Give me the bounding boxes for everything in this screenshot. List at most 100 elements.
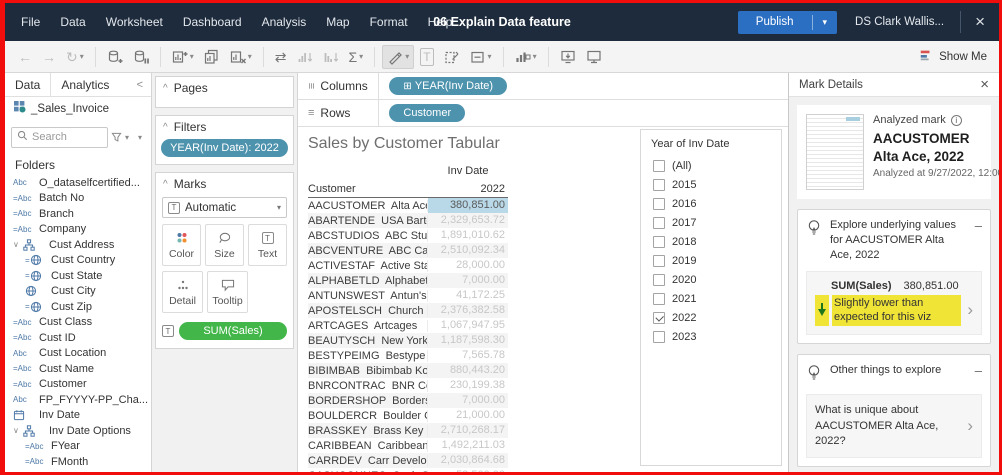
table-row[interactable]: ARTCAGES Artcages1,067,947.95 bbox=[308, 318, 508, 333]
mark-details-close-icon[interactable]: × bbox=[980, 76, 989, 93]
sales-value-cell[interactable]: 7,000.00 bbox=[428, 273, 508, 288]
menu-worksheet[interactable]: Worksheet bbox=[96, 3, 173, 41]
pause-updates-icon[interactable] bbox=[129, 46, 153, 68]
field-cust-address[interactable]: ∨Cust Address bbox=[5, 237, 151, 253]
field-cust-id[interactable]: =AbcCust ID bbox=[5, 330, 151, 346]
detail-button[interactable]: Detail bbox=[162, 271, 203, 313]
filter-option-2021[interactable]: 2021 bbox=[651, 289, 771, 308]
highlight-icon[interactable]: ▾ bbox=[382, 45, 414, 69]
chevron-right-icon[interactable]: › bbox=[961, 416, 973, 436]
totals-icon[interactable]: Σ▾ bbox=[345, 46, 368, 68]
table-row[interactable]: BNRCONTRAC BNR Contr..230,199.38 bbox=[308, 378, 508, 393]
expand-tree-icon[interactable]: ∨ bbox=[13, 426, 23, 435]
chevron-right-icon[interactable]: › bbox=[961, 300, 973, 320]
year-column-header[interactable]: 2022 bbox=[428, 183, 508, 195]
checkbox[interactable] bbox=[653, 255, 665, 267]
field-cust-location[interactable]: AbcCust Location bbox=[5, 346, 151, 362]
filter-fields-icon[interactable]: ▾ bbox=[111, 132, 132, 143]
field-cust-name[interactable]: =AbcCust Name bbox=[5, 361, 151, 377]
sales-value-cell[interactable]: 380,851.00 bbox=[428, 198, 508, 213]
fields-menu-caret-icon[interactable]: ▾ bbox=[135, 133, 145, 142]
field-cust-city[interactable]: Cust City bbox=[5, 284, 151, 300]
sales-value-cell[interactable]: 1,891,010.62 bbox=[428, 228, 508, 243]
mark-type-dropdown[interactable]: T Automatic ▾ bbox=[162, 197, 287, 218]
filter-option-2018[interactable]: 2018 bbox=[651, 232, 771, 251]
rows-shelf[interactable]: ≡ Rows Customer bbox=[298, 100, 788, 127]
server-user-label[interactable]: DS Clark Wallis... bbox=[855, 16, 944, 28]
table-row[interactable]: ABCVENTURE ABC Capita..2,510,092.34 bbox=[308, 243, 508, 258]
filter-option-2019[interactable]: 2019 bbox=[651, 251, 771, 270]
new-datasource-icon[interactable] bbox=[103, 46, 127, 68]
new-worksheet-icon[interactable]: ▾ bbox=[168, 46, 198, 68]
menu-file[interactable]: File bbox=[11, 3, 50, 41]
table-row[interactable]: ABARTENDE USA Barten..2,329,653.72 bbox=[308, 213, 508, 228]
marks-collapse-icon[interactable]: ^ bbox=[163, 179, 168, 190]
fit-icon[interactable]: ▾ bbox=[466, 46, 496, 68]
sales-value-cell[interactable]: 2,510,092.34 bbox=[428, 243, 508, 258]
table-row[interactable]: AACUSTOMER Alta Ace380,851.00 bbox=[308, 198, 508, 213]
filter-option-2020[interactable]: 2020 bbox=[651, 270, 771, 289]
filter-pill[interactable]: YEAR(Inv Date): 2022 bbox=[161, 139, 288, 157]
tab-analytics[interactable]: Analytics bbox=[51, 73, 119, 96]
field-branch[interactable]: =AbcBranch bbox=[5, 206, 151, 222]
filter-option-2022[interactable]: 2022 bbox=[651, 308, 771, 327]
datasource-item[interactable]: _Sales_Invoice bbox=[5, 97, 151, 121]
color-button[interactable]: Color bbox=[162, 224, 201, 266]
presentation-mode-icon[interactable] bbox=[582, 46, 606, 68]
menu-map[interactable]: Map bbox=[316, 3, 359, 41]
checkbox[interactable] bbox=[653, 331, 665, 343]
table-row[interactable]: CARIBBEAN Caribbean S..1,492,211.03 bbox=[308, 438, 508, 453]
swap-rows-columns-icon[interactable]: ⇄ bbox=[271, 46, 291, 68]
forward-icon[interactable]: → bbox=[38, 46, 60, 68]
table-row[interactable]: ACTIVESTAF Active Staffi..28,000.00 bbox=[308, 258, 508, 273]
menu-data[interactable]: Data bbox=[50, 3, 95, 41]
table-row[interactable]: APOSTELSCH Church of T..2,376,382.58 bbox=[308, 303, 508, 318]
window-close-icon[interactable]: × bbox=[961, 3, 999, 41]
checkbox[interactable] bbox=[653, 160, 665, 172]
collapse-card-icon[interactable]: – bbox=[975, 363, 982, 378]
menu-format[interactable]: Format bbox=[360, 3, 418, 41]
pages-collapse-icon[interactable]: ^ bbox=[163, 83, 168, 94]
sales-value-cell[interactable]: 2,030,864.68 bbox=[428, 453, 508, 468]
expand-tree-icon[interactable]: ∨ bbox=[13, 240, 23, 249]
sales-value-cell[interactable]: 41,172.25 bbox=[428, 288, 508, 303]
show-mark-labels-icon[interactable]: ▾ bbox=[511, 46, 541, 68]
filter-option-2017[interactable]: 2017 bbox=[651, 213, 771, 232]
filters-collapse-icon[interactable]: ^ bbox=[163, 122, 168, 133]
columns-pill[interactable]: ⊞YEAR(Inv Date) bbox=[389, 77, 507, 95]
sales-value-cell[interactable]: 7,000.00 bbox=[428, 393, 508, 408]
table-row[interactable]: BIBIMBAB Bibimbab Kor..880,443.20 bbox=[308, 363, 508, 378]
sales-value-cell[interactable]: 1,492,211.03 bbox=[428, 438, 508, 453]
field-fmonth[interactable]: =AbcFMonth bbox=[5, 454, 151, 470]
sum-sales-insight[interactable]: SUM(Sales) 380,851.00 Slightly lower tha… bbox=[806, 271, 982, 336]
field-company[interactable]: =AbcCompany bbox=[5, 222, 151, 238]
table-row[interactable]: ALPHABETLD Alphabetla..7,000.00 bbox=[308, 273, 508, 288]
sales-value-cell[interactable]: 2,329,653.72 bbox=[428, 213, 508, 228]
pages-shelf[interactable]: ^Pages bbox=[155, 76, 294, 108]
menu-analysis[interactable]: Analysis bbox=[252, 3, 317, 41]
sum-sales-pill[interactable]: SUM(Sales) bbox=[179, 322, 287, 340]
filter-option-2016[interactable]: 2016 bbox=[651, 194, 771, 213]
publish-button[interactable]: Publish ▾ bbox=[738, 11, 837, 34]
checkbox[interactable] bbox=[653, 312, 665, 324]
sales-value-cell[interactable]: 880,443.20 bbox=[428, 363, 508, 378]
menu-dashboard[interactable]: Dashboard bbox=[173, 3, 252, 41]
collapse-pane-icon[interactable]: < bbox=[129, 73, 151, 96]
tooltip-button[interactable]: Tooltip bbox=[207, 271, 248, 313]
table-row[interactable]: ANTUNSWEST Antun's of..41,172.25 bbox=[308, 288, 508, 303]
checkbox[interactable] bbox=[653, 236, 665, 248]
table-row[interactable]: BESTYPEIMG Bestype Im..7,565.78 bbox=[308, 348, 508, 363]
checkbox[interactable] bbox=[653, 217, 665, 229]
sales-value-cell[interactable]: 21,000.00 bbox=[428, 408, 508, 423]
field-inv-date-options[interactable]: ∨Inv Date Options bbox=[5, 423, 151, 439]
filter-option-all[interactable]: (All) bbox=[651, 156, 771, 175]
expand-pill-icon[interactable]: ⊞ bbox=[403, 81, 411, 92]
rows-pill[interactable]: Customer bbox=[389, 104, 465, 122]
sales-value-cell[interactable]: 230,199.38 bbox=[428, 378, 508, 393]
info-icon[interactable]: i bbox=[951, 115, 962, 126]
filter-option-2023[interactable]: 2023 bbox=[651, 327, 771, 346]
table-row[interactable]: CASHCONNEC Cash Conn..52,500.00 bbox=[308, 468, 508, 472]
table-row[interactable]: ABCSTUDIOS ABC Studio..1,891,010.62 bbox=[308, 228, 508, 243]
row-field-header[interactable]: Customer bbox=[308, 183, 428, 195]
undo-redo-icon[interactable]: ↻▾ bbox=[62, 46, 88, 68]
